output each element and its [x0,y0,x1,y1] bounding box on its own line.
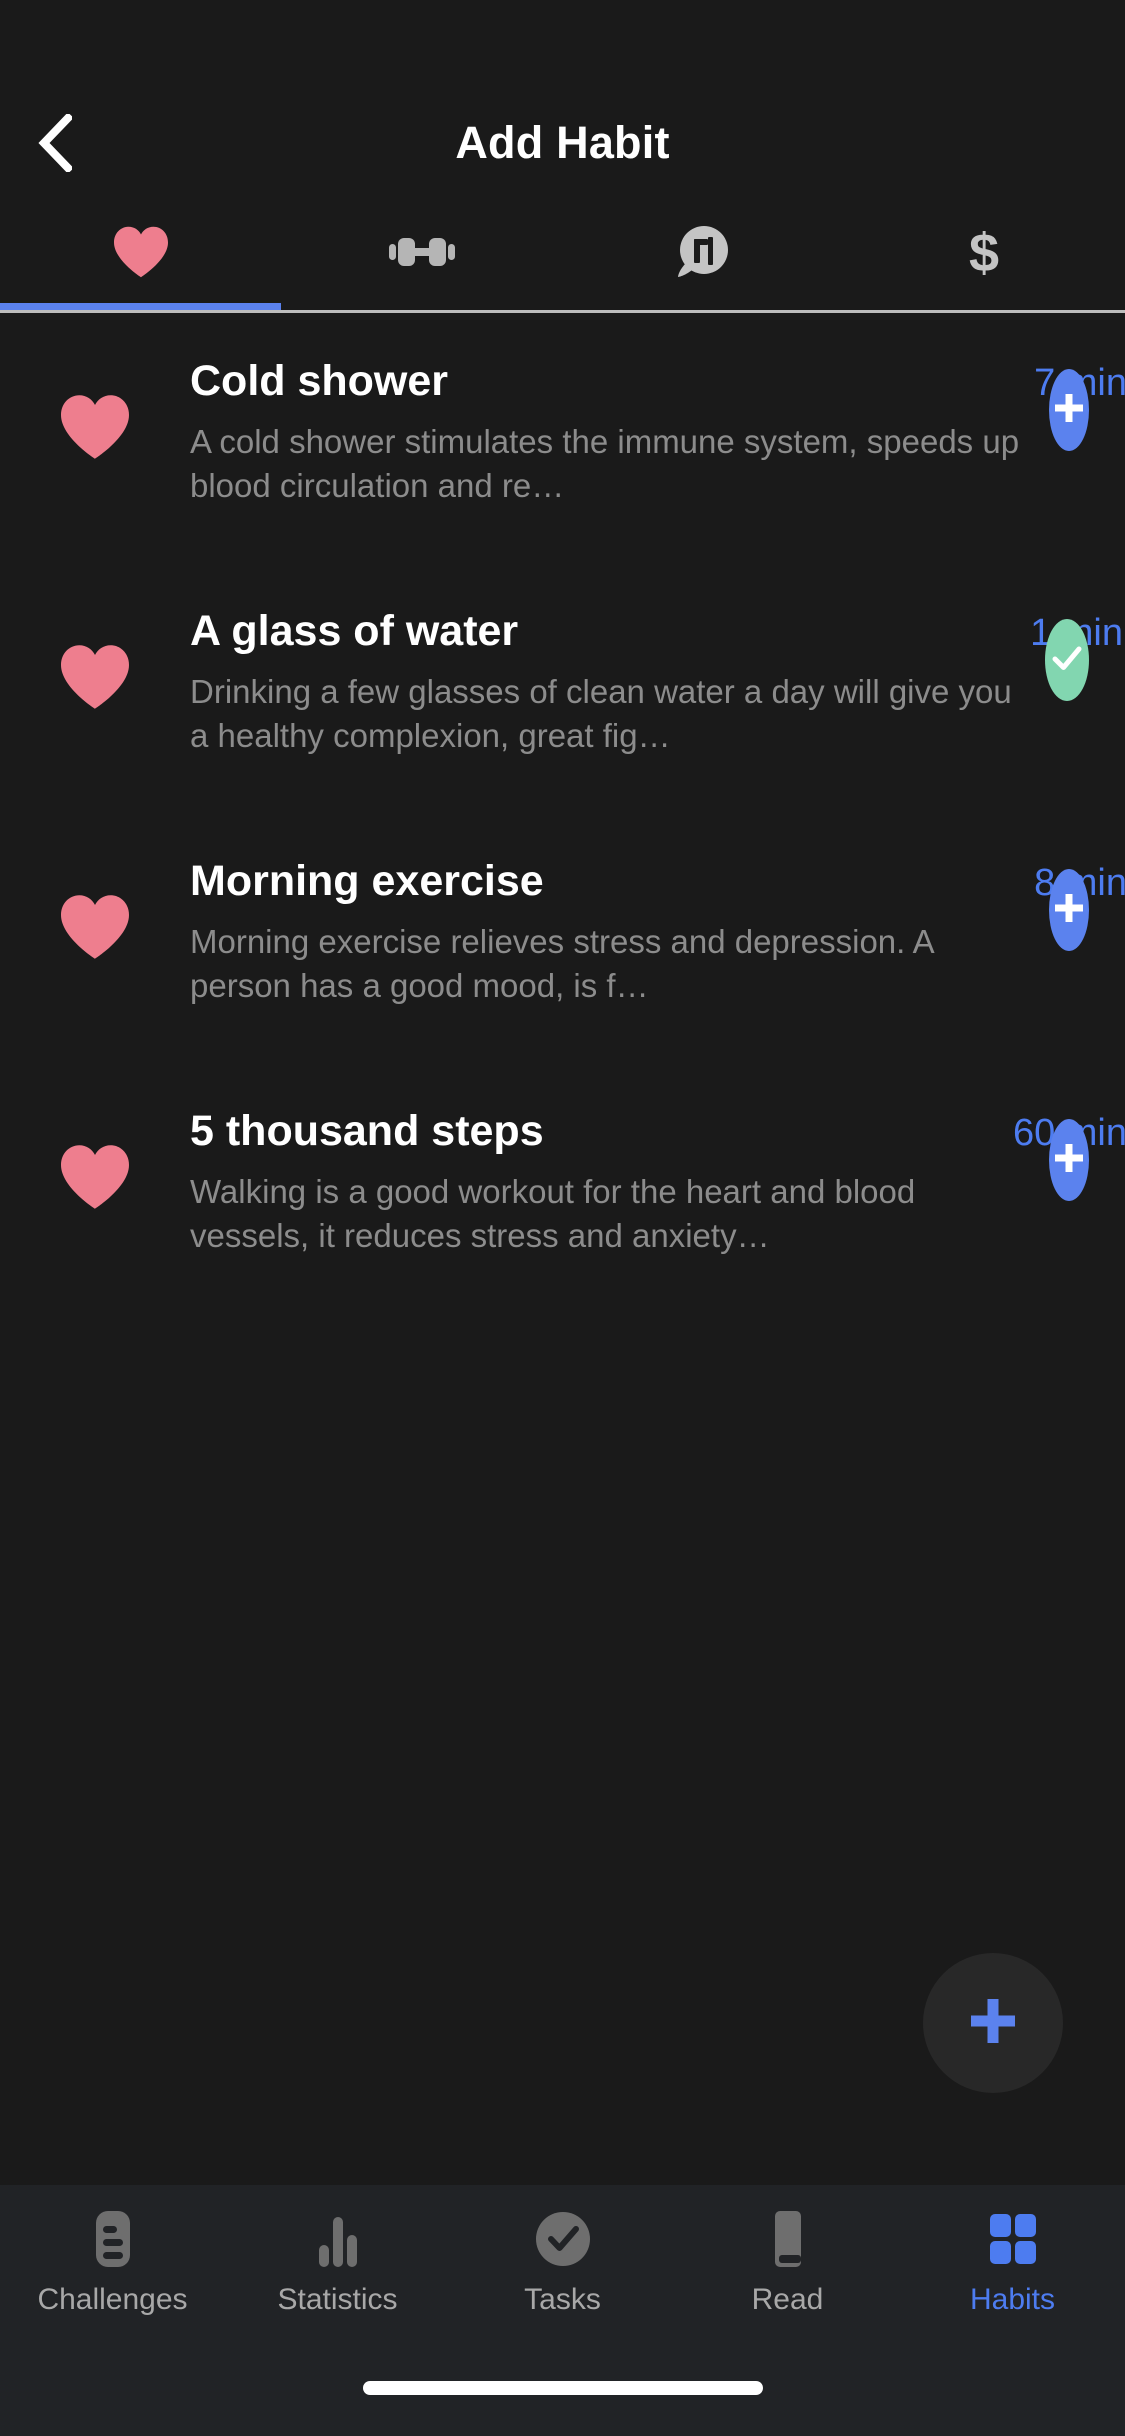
check-icon [1045,636,1089,685]
habit-description: A cold shower stimulates the immune syst… [190,423,1020,504]
book-icon [764,2209,812,2269]
tab-language[interactable] [563,198,844,310]
app-screen: Add Habit $ Cold shower 7 min A cold sho… [0,0,1125,2436]
home-indicator[interactable] [362,2381,763,2395]
habit-description: Drinking a few glasses of clean water a … [190,673,1012,754]
nav-item-statistics[interactable]: Statistics [225,2209,450,2317]
habit-category-icon [0,601,190,711]
habit-content: Cold shower 7 min A cold shower stimulat… [190,351,1125,508]
habit-title: Morning exercise [190,857,544,905]
dumbbell-icon [388,235,455,274]
habit-list-item[interactable]: Cold shower 7 min A cold shower stimulat… [0,351,1125,601]
habit-add-button[interactable] [1049,1119,1089,1201]
habit-list: Cold shower 7 min A cold shower stimulat… [0,313,1125,2185]
habit-add-button[interactable] [1049,869,1089,951]
bar-chart-icon [313,2209,363,2269]
nav-item-habits[interactable]: Habits [900,2209,1125,2317]
plus-icon [1049,388,1089,433]
bottom-navigation-bar: Challenges Statistics Tasks Read Habits [0,2185,1125,2340]
plus-icon [962,1990,1024,2057]
nav-label: Challenges [37,2283,188,2316]
habit-description: Morning exercise relieves stress and dep… [190,923,933,1004]
page-title: Add Habit [455,117,670,168]
header: Add Habit [0,88,1125,198]
habit-content: A glass of water 1 min Drinking a few gl… [190,601,1125,758]
nav-item-tasks[interactable]: Tasks [450,2209,675,2317]
habit-title: A glass of water [190,607,519,655]
dollar-sign-icon: $ [964,221,1004,288]
tab-fitness[interactable] [281,198,562,310]
tab-health[interactable] [0,198,281,310]
habit-list-item[interactable]: Morning exercise 8 min Morning exercise … [0,851,1125,1101]
habit-list-item[interactable]: 5 thousand steps 60 min Walking is a goo… [0,1101,1125,1351]
home-indicator-area [0,2340,1125,2436]
habit-title: 5 thousand steps [190,1107,544,1155]
nav-label: Habits [969,2283,1056,2316]
nav-label: Tasks [524,2283,601,2316]
habit-add-button[interactable] [1049,369,1089,451]
plus-icon [1049,888,1089,933]
add-habit-fab[interactable] [923,1953,1063,2093]
back-button[interactable] [0,88,110,198]
heart-icon [112,225,170,284]
plus-icon [1049,1138,1089,1183]
category-tab-bar: $ [0,198,1125,310]
habit-title: Cold shower [190,357,449,405]
list-card-icon [87,2209,139,2269]
chevron-left-icon [38,114,72,172]
nav-item-read[interactable]: Read [675,2209,900,2317]
nav-label: Read [751,2283,824,2316]
active-tab-indicator [0,303,282,310]
habit-content: 5 thousand steps 60 min Walking is a goo… [190,1101,1125,1258]
svg-text:$: $ [969,223,999,283]
status-bar [0,0,1125,88]
speech-bubble-korean-icon [674,223,732,286]
habit-list-item[interactable]: A glass of water 1 min Drinking a few gl… [0,601,1125,851]
habit-category-icon [0,1101,190,1211]
nav-label: Statistics [277,2283,398,2316]
habit-description: Walking is a good workout for the heart … [190,1173,916,1254]
habit-content: Morning exercise 8 min Morning exercise … [190,851,1125,1008]
tab-finance[interactable]: $ [844,198,1125,310]
grid-icon [987,2209,1039,2269]
habit-category-icon [0,851,190,961]
habit-added-button[interactable] [1045,619,1089,701]
nav-item-challenges[interactable]: Challenges [0,2209,225,2317]
check-circle-icon [534,2209,592,2269]
habit-category-icon [0,351,190,461]
